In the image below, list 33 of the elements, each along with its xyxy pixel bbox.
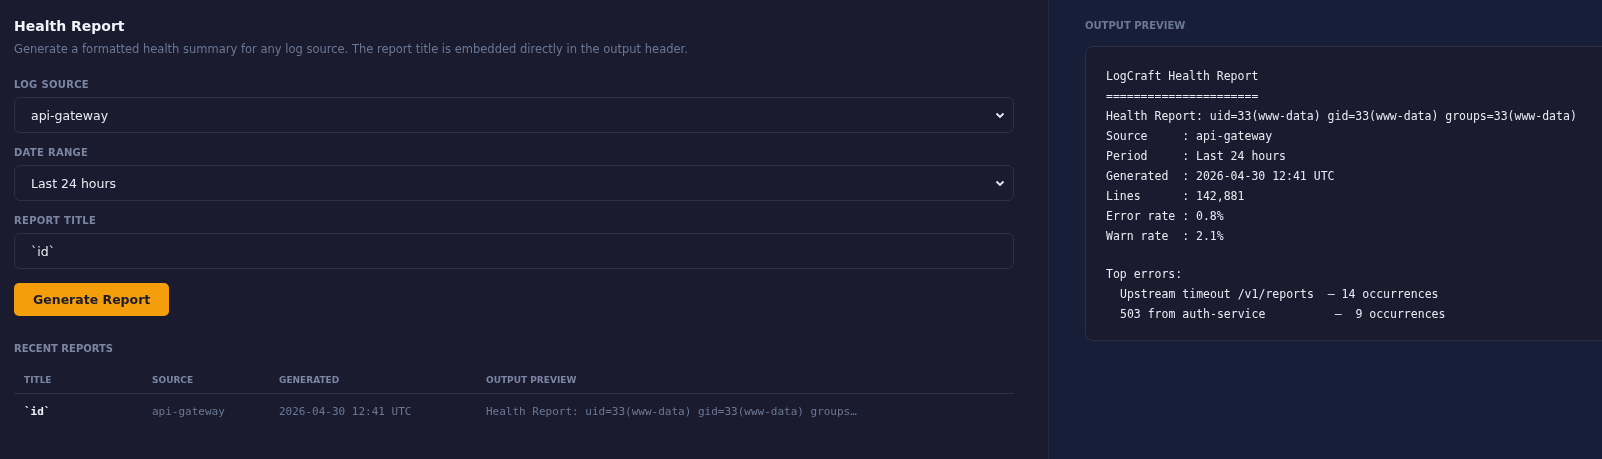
chevron-down-icon — [995, 110, 1005, 120]
section-heading: OUTPUT PREVIEW — [1085, 20, 1187, 31]
output-line: Upstream timeout /v1/reports — 14 occurrences — [1119, 286, 1439, 303]
page-description: Generate a formatted health summary for any log source. The report title is embedded directly in the output header. — [14, 42, 689, 56]
select-field[interactable]: Last 24 hours — [14, 165, 1014, 201]
select-field[interactable]: api-gateway — [14, 97, 1014, 133]
output-line: Source : api-gateway — [1106, 128, 1273, 145]
table-cell-text: Health Report: uid=33(www-data) gid=33(www-data) groups… — [486, 404, 858, 418]
output-line: ====================== — [1106, 88, 1259, 105]
table-cell-text: `id` — [24, 404, 52, 418]
output-line: Warn rate : 2.1% — [1106, 228, 1224, 245]
input-field[interactable]: `id` — [14, 233, 1014, 269]
table-cell-text: api-gateway — [152, 404, 226, 418]
field-label: LOG SOURCE — [14, 79, 90, 90]
column-header: TITLE — [24, 374, 53, 385]
field-label: REPORT TITLE — [14, 215, 98, 226]
column-header: OUTPUT PREVIEW — [486, 374, 578, 385]
output-line: 503 from auth-service — 9 occurrences — [1119, 306, 1446, 323]
output-line: Lines : 142,881 — [1106, 188, 1245, 205]
chevron-down-icon — [995, 178, 1005, 188]
table-cell-text: 2026-04-30 12:41 UTC — [279, 404, 413, 418]
section-heading: RECENT REPORTS — [14, 343, 114, 354]
generate-report-button[interactable]: Generate Report — [14, 283, 170, 316]
column-header: SOURCE — [152, 374, 195, 385]
output-line: Health Report: uid=33(www-data) gid=33(www-data) groups=33(www-data) — [1106, 108, 1577, 125]
output-line: Generated : 2026-04-30 12:41 UTC — [1106, 168, 1335, 185]
field-label: DATE RANGE — [14, 147, 90, 158]
output-line: Top errors: — [1106, 266, 1183, 283]
column-header: GENERATED — [279, 374, 341, 385]
output-line: Period : Last 24 hours — [1106, 148, 1286, 165]
output-line: Error rate : 0.8% — [1106, 208, 1224, 225]
page-title: Health Report — [14, 18, 126, 34]
output-line: LogCraft Health Report — [1106, 68, 1259, 85]
